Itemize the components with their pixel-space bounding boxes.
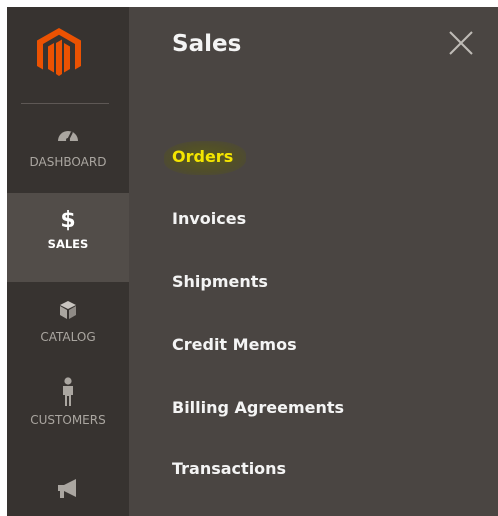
sidebar-item-label: CUSTOMERS [30,413,106,427]
panel-title: Sales [172,31,242,57]
sidebar-item-catalog[interactable]: CATALOG [7,300,129,364]
sidebar-item-dashboard[interactable]: DASHBOARD [7,125,129,189]
person-icon [7,377,129,411]
menu-link-orders[interactable]: Orders [172,147,233,166]
box-icon [7,300,129,324]
close-button[interactable] [447,29,475,57]
magento-logo-icon[interactable] [35,27,83,79]
admin-sidebar: DASHBOARD $ SALES CATALOG CUSTOMERS [7,7,129,516]
menu-link-credit-memos[interactable]: Credit Memos [172,335,297,354]
admin-menu: DASHBOARD $ SALES CATALOG CUSTOMERS Sale… [7,7,498,516]
sidebar-item-marketing[interactable] [7,477,129,516]
dollar-icon: $ [60,208,76,233]
close-icon [449,31,473,55]
sidebar-item-label: DASHBOARD [29,155,107,169]
menu-link-invoices[interactable]: Invoices [172,209,246,228]
speedometer-icon [7,125,129,147]
sidebar-item-sales[interactable]: $ SALES [7,193,129,282]
menu-link-billing-agreements[interactable]: Billing Agreements [172,398,344,417]
sidebar-item-label: SALES [47,237,89,251]
menu-link-shipments[interactable]: Shipments [172,272,268,291]
sidebar-item-customers[interactable]: CUSTOMERS [7,377,129,447]
megaphone-icon [7,477,129,503]
sidebar-divider [21,103,109,104]
sidebar-item-label: CATALOG [40,330,96,344]
menu-link-transactions[interactable]: Transactions [172,459,286,478]
